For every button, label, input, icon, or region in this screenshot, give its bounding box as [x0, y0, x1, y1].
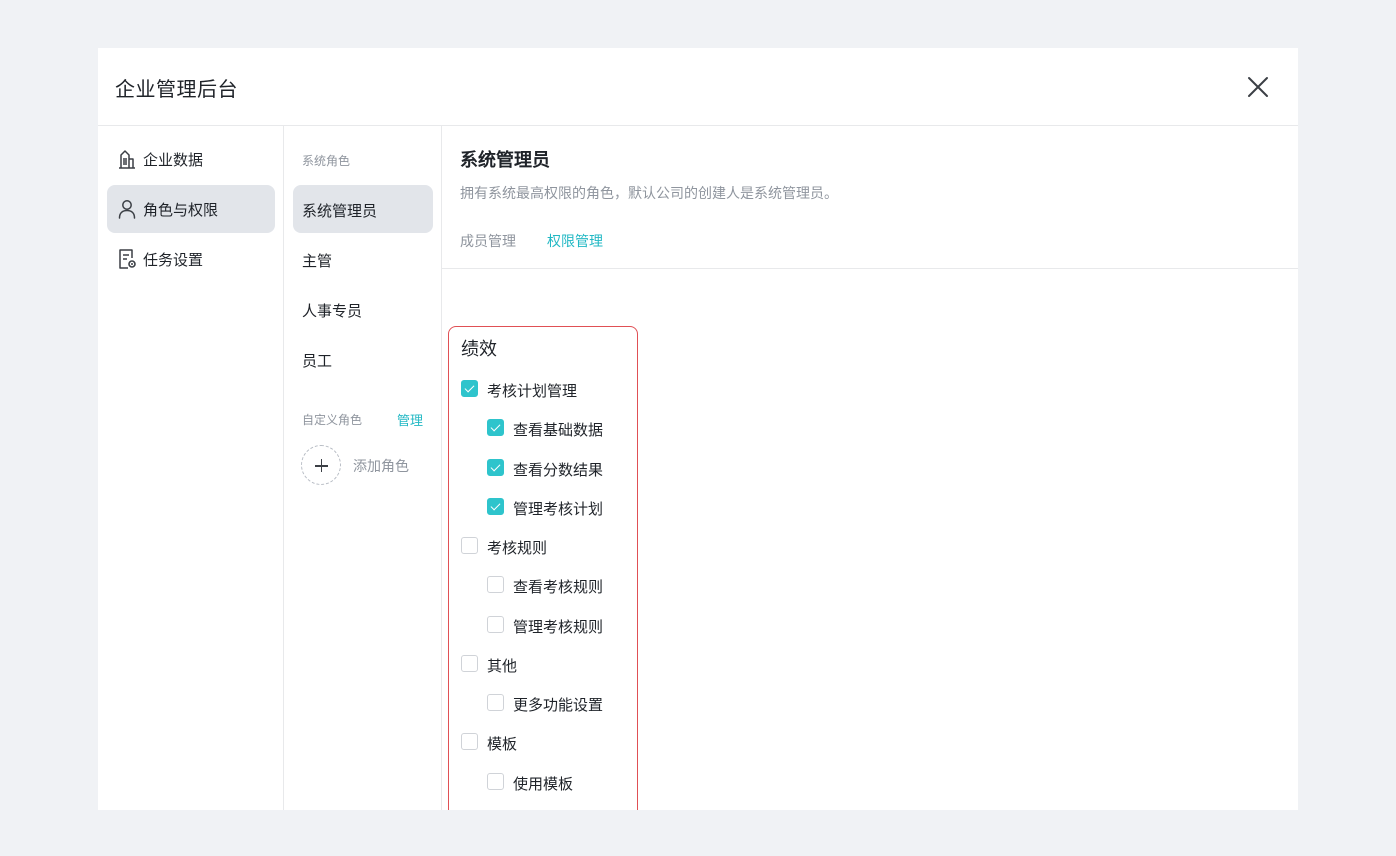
building-icon	[119, 150, 135, 169]
role-label: 系统管理员	[302, 202, 378, 220]
permission-label: 查看考核规则	[513, 578, 604, 596]
role-detail-header: 系统管理员 拥有系统最高权限的角色，默认公司的创建人是系统管理员。 成员管理 权…	[442, 126, 1298, 269]
permission-label: 模板	[487, 735, 518, 753]
sidebar-item-task-settings[interactable]: 任务设置	[107, 235, 275, 283]
permission-label: 管理考核计划	[513, 500, 604, 518]
system-roles-label: 系统角色	[302, 154, 351, 168]
role-item-employee[interactable]: 员工	[293, 335, 433, 383]
role-label: 员工	[302, 352, 333, 370]
sidebar-item-roles-permissions[interactable]: 角色与权限	[107, 185, 275, 233]
permission-group-performance: 绩效 考核计划管理查看基础数据 查看分数结果 管理考核计划考核规则查看考核规则 管理考…	[448, 326, 638, 810]
role-label: 人事专员	[302, 302, 363, 320]
role-item-hr-specialist[interactable]: 人事专员	[293, 285, 433, 333]
tab-permission-management[interactable]: 权限管理	[547, 231, 603, 251]
checkbox-unchecked-icon[interactable]	[487, 773, 504, 790]
checkbox-checked-icon[interactable]	[487, 498, 504, 515]
manage-custom-roles-link[interactable]: 管理	[397, 410, 423, 429]
checkbox-unchecked-icon[interactable]	[487, 576, 504, 593]
permission-label: 更多功能设置	[513, 696, 604, 714]
sidebar-item-label: 角色与权限	[143, 201, 219, 219]
sidebar-item-enterprise-data[interactable]: 企业数据	[107, 135, 275, 183]
user-icon	[118, 200, 136, 219]
add-role-button[interactable]: 添加角色	[301, 445, 431, 487]
permission-label: 考核计划管理	[487, 382, 578, 400]
role-item-system-admin[interactable]: 系统管理员	[293, 185, 433, 233]
task-settings-icon	[119, 249, 136, 269]
role-label: 主管	[302, 252, 333, 270]
checkbox-checked-icon[interactable]	[487, 459, 504, 476]
roles-panel: 系统角色 系统管理员 主管 人事专员 员工 自定义角色 管理 添加角色	[284, 126, 442, 810]
role-title: 系统管理员	[460, 150, 550, 171]
plus-icon	[301, 445, 341, 485]
permission-label: 考核规则	[487, 539, 548, 557]
checkbox-unchecked-icon[interactable]	[487, 616, 504, 633]
add-role-label: 添加角色	[353, 459, 409, 475]
sidebar-nav: 企业数据 角色与权限 任务设置	[98, 126, 284, 810]
permission-label: 使用模板	[513, 775, 574, 793]
checkbox-unchecked-icon[interactable]	[461, 537, 478, 554]
window-header: 企业管理后台	[98, 48, 1298, 126]
role-item-supervisor[interactable]: 主管	[293, 235, 433, 283]
checkbox-unchecked-icon[interactable]	[461, 733, 478, 750]
permission-label: 管理考核规则	[513, 618, 604, 636]
sidebar-item-label: 企业数据	[143, 151, 204, 169]
role-description: 拥有系统最高权限的角色，默认公司的创建人是系统管理员。	[460, 186, 838, 202]
close-button[interactable]	[1246, 75, 1270, 99]
tab-member-management[interactable]: 成员管理	[460, 231, 516, 251]
permission-label: 查看分数结果	[513, 461, 604, 479]
checkbox-unchecked-icon[interactable]	[461, 655, 478, 672]
permission-label: 查看基础数据	[513, 421, 604, 439]
window-title: 企业管理后台	[115, 77, 238, 101]
custom-roles-label: 自定义角色	[302, 413, 363, 427]
close-icon	[1248, 77, 1268, 97]
role-detail-panel: 系统管理员 拥有系统最高权限的角色，默认公司的创建人是系统管理员。 成员管理 权…	[442, 126, 1298, 810]
checkbox-checked-icon[interactable]	[487, 419, 504, 436]
checkbox-unchecked-icon[interactable]	[487, 694, 504, 711]
admin-window: 企业管理后台 企业数据 角色与权限 任务设置 系统角色 系统管理员 主管 人事专…	[98, 48, 1298, 810]
permission-group-title: 绩效	[461, 339, 497, 360]
permission-label: 其他	[487, 657, 518, 675]
sidebar-item-label: 任务设置	[143, 251, 204, 269]
checkbox-checked-icon[interactable]	[461, 380, 478, 397]
